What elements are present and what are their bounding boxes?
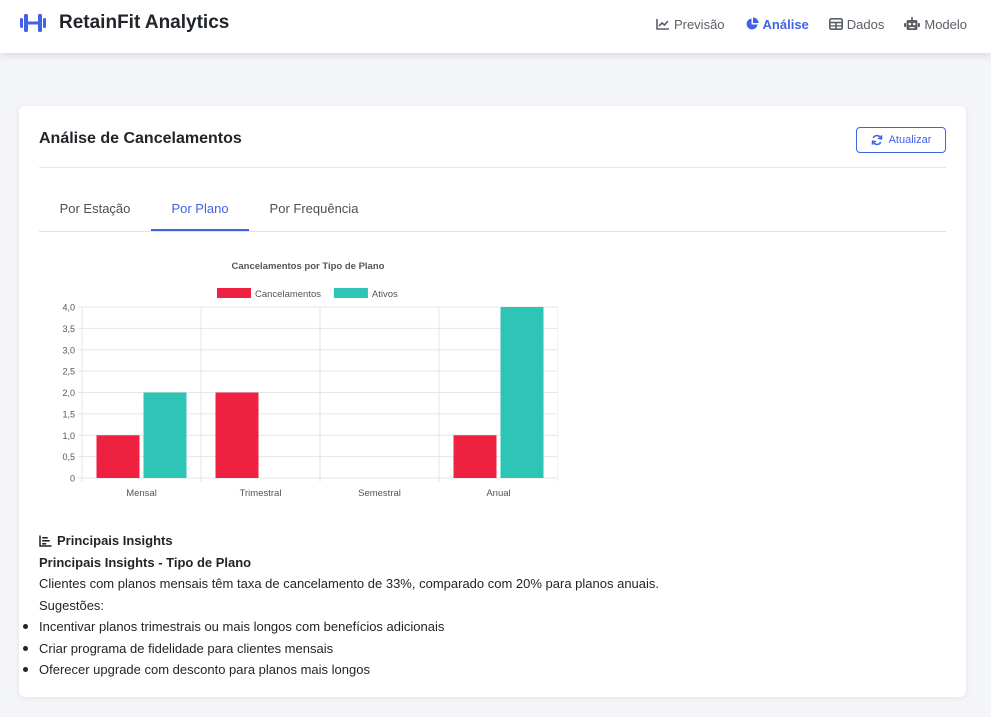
tab-por-plano[interactable]: Por Plano [151,190,249,231]
nav-item-label: Dados [846,16,885,32]
suggestions-label: Sugestões: [39,597,105,613]
legend-label-1: Ativos [372,289,398,300]
card-divider [39,167,946,168]
legend-label-0: Cancelamentos [255,289,321,300]
analysis-tabs: Por Estação Por Plano Por Frequência [39,190,946,232]
list-item: Oferecer upgrade com desconto para plano… [23,659,939,681]
legend-swatch-1 [333,288,368,298]
bar-cancelamentos-trimestral [215,392,259,478]
x-tick-label-2: Semestral [358,488,401,499]
tab-por-frequencia[interactable]: Por Frequência [249,190,379,231]
top-navbar: RetainFit Analytics Previsão Análise Dad… [0,0,991,53]
nav-item-label: Modelo [924,16,967,32]
list-item: Incentivar planos trimestrais ou mais lo… [23,616,939,638]
nav-item-label: Análise [762,16,809,32]
plan-cancellation-chart: Cancelamentos por Tipo de Plano Cancelame… [38,252,559,508]
y-tick-label-0: 4,0 [62,303,75,313]
bar-ativos-anual [500,307,544,478]
nav-item-previsao[interactable]: Previsão [656,17,725,32]
analysis-card: Análise de Cancelamentos Atualizar Por E… [19,106,966,697]
refresh-button[interactable]: Atualizar [856,127,946,153]
insights-text: Clientes com planos mensais têm taxa de … [39,576,660,591]
legend-swatch-0 [217,288,251,298]
y-tick-label-6: 1,0 [62,431,75,441]
tab-por-estacao[interactable]: Por Estação [39,190,151,231]
line-chart-icon [656,18,674,30]
insights-section: Principais Insights Principais Insights … [23,530,939,681]
x-tick-label-3: Anual [486,488,510,499]
bar-cancelamentos-anual [453,435,497,478]
refresh-button-label: Atualizar [888,134,932,146]
bar-chart-icon [39,535,57,547]
insights-heading-label: Principais Insights [57,533,173,548]
chart-svg: Cancelamentos por Tipo de Plano Cancelame… [62,261,559,499]
y-tick-label-1: 3,5 [62,324,75,334]
insights-heading: Principais Insights [39,530,939,552]
y-tick-label-7: 0,5 [62,452,75,462]
y-tick-label-5: 1,5 [62,409,75,419]
app-name: RetainFit Analytics [59,12,230,33]
y-tick-label-2: 3,0 [62,345,75,355]
y-tick-label-8: 0 [70,474,75,484]
x-tick-label-0: Mensal [126,488,157,499]
y-tick-label-4: 2,0 [62,388,75,398]
nav-item-modelo[interactable]: Modelo [904,17,967,32]
insights-subtitle: Principais Insights - Tipo de Plano [39,554,252,570]
y-tick-label-3: 2,5 [62,367,75,377]
dumbbell-icon [19,10,47,36]
list-item: Criar programa de fidelidade para client… [23,638,939,660]
pie-chart-icon [745,17,763,31]
main-nav: Previsão Análise Dados Modelo [636,15,967,33]
refresh-icon [871,134,889,146]
brand[interactable]: RetainFit Analytics [19,10,229,36]
nav-item-label: Previsão [673,16,725,32]
robot-icon [904,17,924,31]
card-title: Análise de Cancelamentos [39,130,242,147]
chart-title: Cancelamentos por Tipo de Plano [232,261,385,272]
suggestions-list: Incentivar planos trimestrais ou mais lo… [23,616,939,681]
nav-item-analise[interactable]: Análise [745,17,809,32]
bar-ativos-mensal [143,392,187,478]
nav-item-dados[interactable]: Dados [828,16,885,32]
x-tick-label-1: Trimestral [240,488,282,499]
table-icon [828,18,847,30]
bar-cancelamentos-mensal [96,435,140,478]
